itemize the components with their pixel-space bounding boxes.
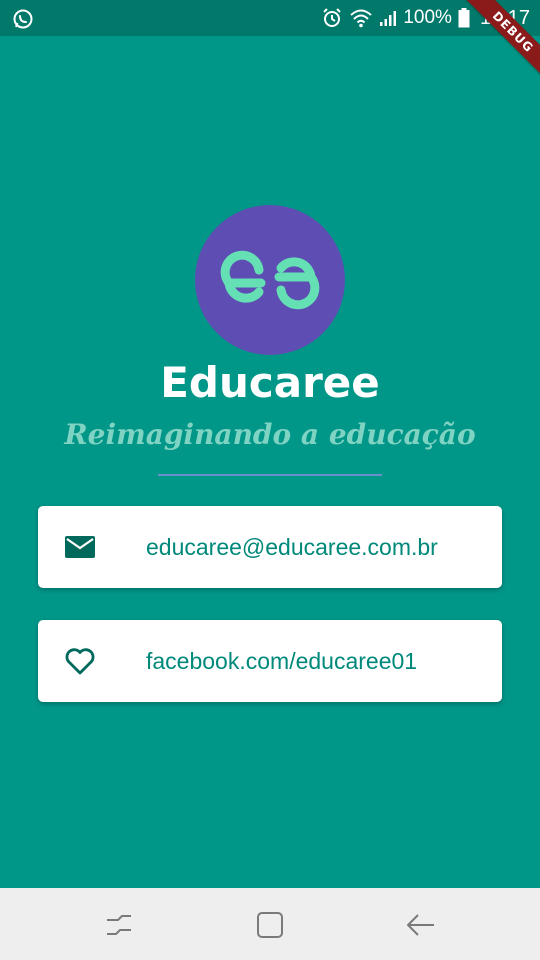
- whatsapp-icon: [12, 8, 34, 30]
- facebook-card[interactable]: facebook.com/educaree01: [38, 620, 502, 702]
- app-title: Educaree: [160, 358, 380, 407]
- logo-glyph: [220, 250, 320, 310]
- email-text: educaree@educaree.com.br: [146, 534, 438, 560]
- back-icon[interactable]: [404, 908, 438, 942]
- divider: [158, 474, 382, 476]
- recent-apps-icon[interactable]: [102, 908, 136, 942]
- facebook-text: facebook.com/educaree01: [146, 648, 418, 674]
- wifi-icon: [349, 8, 373, 28]
- heart-icon: [64, 645, 96, 677]
- signal-icon: [379, 9, 397, 27]
- app-screen: 100% 10:17 DEBUG Educaree Reimaginando a…: [0, 0, 540, 960]
- battery-icon: [458, 8, 470, 28]
- home-icon[interactable]: [253, 908, 287, 942]
- status-bar: 100% 10:17: [0, 0, 540, 36]
- alarm-icon: [321, 7, 343, 29]
- navigation-bar: [0, 888, 540, 960]
- app-logo: [195, 205, 345, 355]
- battery-percent: 100%: [403, 7, 452, 28]
- mail-icon: [64, 531, 96, 563]
- email-card[interactable]: educaree@educaree.com.br: [38, 506, 502, 588]
- app-subtitle: Reimaginando a educação: [64, 418, 476, 451]
